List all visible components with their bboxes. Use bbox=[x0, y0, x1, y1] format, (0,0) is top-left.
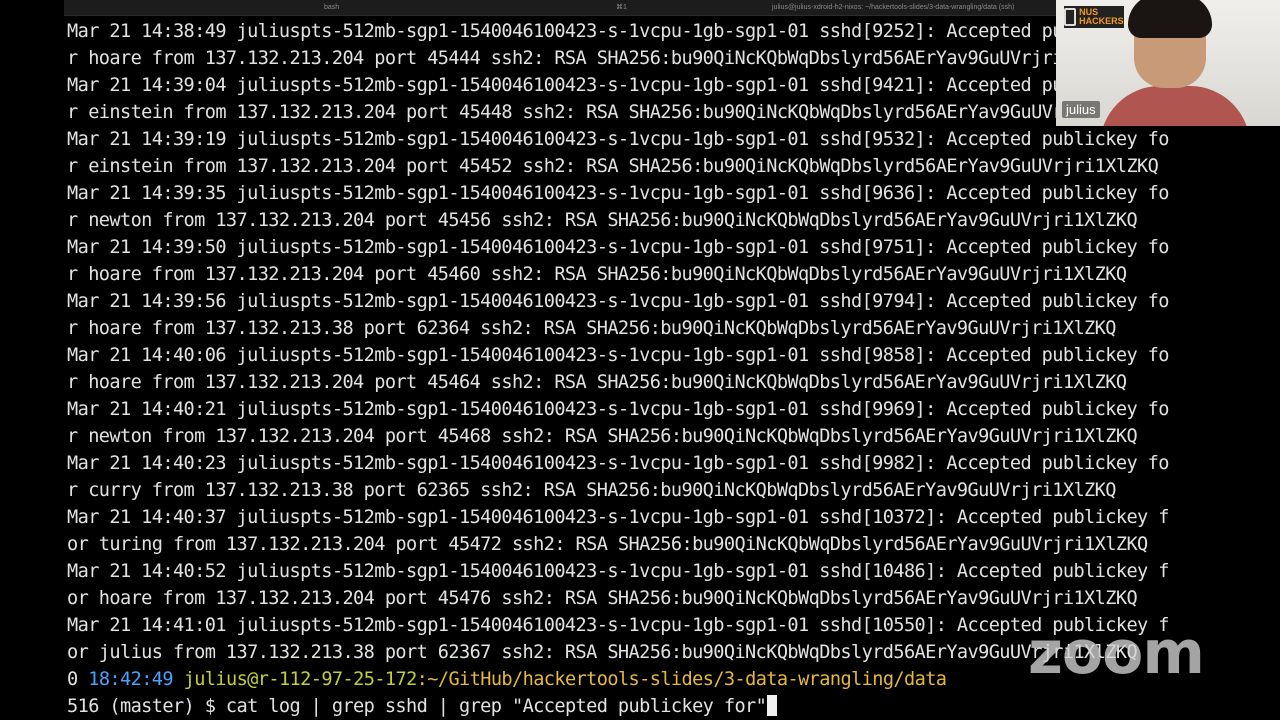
log-line: Mar 21 14:39:56 juliuspts-512mb-sgp1-154… bbox=[67, 291, 1169, 312]
log-line: r curry from 137.132.213.38 port 62365 s… bbox=[67, 480, 1116, 501]
tab-shortcut: ⌘1 bbox=[616, 4, 627, 11]
command-input[interactable]: cat log | grep sshd | grep "Accepted pub… bbox=[226, 696, 767, 717]
log-line: r hoare from 137.132.213.204 port 45464 … bbox=[67, 372, 1127, 393]
prompt-exit-status: 0 bbox=[67, 669, 78, 690]
log-line: Mar 21 14:39:19 juliuspts-512mb-sgp1-154… bbox=[67, 129, 1169, 150]
log-line: r newton from 137.132.213.204 port 45456… bbox=[67, 210, 1138, 231]
screen-share: bash ⌘1 julius@julius-xdroid-h2-nixos: ~… bbox=[0, 0, 1280, 720]
log-line: r hoare from 137.132.213.38 port 62364 s… bbox=[67, 318, 1116, 339]
log-line: or julius from 137.132.213.38 port 62367… bbox=[67, 642, 1138, 663]
prompt-user-host: julius@r-112-97-25-172 bbox=[183, 669, 418, 690]
prompt-history-branch: 516 (master) $ bbox=[67, 696, 226, 717]
log-line: or hoare from 137.132.213.204 port 45476… bbox=[67, 588, 1138, 609]
log-line: r einstein from 137.132.213.204 port 454… bbox=[67, 156, 1159, 177]
log-line: Mar 21 14:40:37 juliuspts-512mb-sgp1-154… bbox=[67, 507, 1169, 528]
log-line: r newton from 137.132.213.204 port 45468… bbox=[67, 426, 1138, 447]
log-line: Mar 21 14:39:50 juliuspts-512mb-sgp1-154… bbox=[67, 237, 1169, 258]
log-line: Mar 21 14:40:06 juliuspts-512mb-sgp1-154… bbox=[67, 345, 1169, 366]
tab-bash[interactable]: bash bbox=[324, 0, 339, 15]
logo-text: NUS HACKERS bbox=[1079, 7, 1124, 26]
participant-hair bbox=[1128, 0, 1212, 38]
participant-video[interactable]: NUS HACKERS julius bbox=[1056, 0, 1280, 126]
prompt-time: 18:42:49 bbox=[88, 669, 173, 690]
log-line: r hoare from 137.132.213.204 port 45460 … bbox=[67, 264, 1127, 285]
participant-shirt bbox=[1100, 86, 1250, 126]
nus-hackers-logo: NUS HACKERS bbox=[1064, 6, 1124, 28]
prompt-path: :~/GitHub/hackertools-slides/3-data-wran… bbox=[416, 669, 947, 690]
command-line[interactable]: 516 (master) $ cat log | grep sshd | gre… bbox=[67, 693, 1247, 720]
log-line: Mar 21 14:40:23 juliuspts-512mb-sgp1-154… bbox=[67, 453, 1169, 474]
log-line: or turing from 137.132.213.204 port 4547… bbox=[67, 534, 1148, 555]
terminal-cursor bbox=[767, 695, 778, 716]
log-line: Mar 21 14:40:52 juliuspts-512mb-sgp1-154… bbox=[67, 561, 1169, 582]
log-line: Mar 21 14:41:01 juliuspts-512mb-sgp1-154… bbox=[67, 615, 1169, 636]
logo-mark-icon bbox=[1064, 8, 1077, 26]
log-line: Mar 21 14:39:35 juliuspts-512mb-sgp1-154… bbox=[67, 183, 1169, 204]
participant-name: julius bbox=[1062, 101, 1100, 118]
log-line: Mar 21 14:40:21 juliuspts-512mb-sgp1-154… bbox=[67, 399, 1169, 420]
window-title: julius@julius-xdroid-h2-nixos: ~/hackert… bbox=[772, 4, 1015, 11]
prompt-line: 0 18:42:49 julius@r-112-97-25-172:~/GitH… bbox=[67, 666, 1247, 693]
